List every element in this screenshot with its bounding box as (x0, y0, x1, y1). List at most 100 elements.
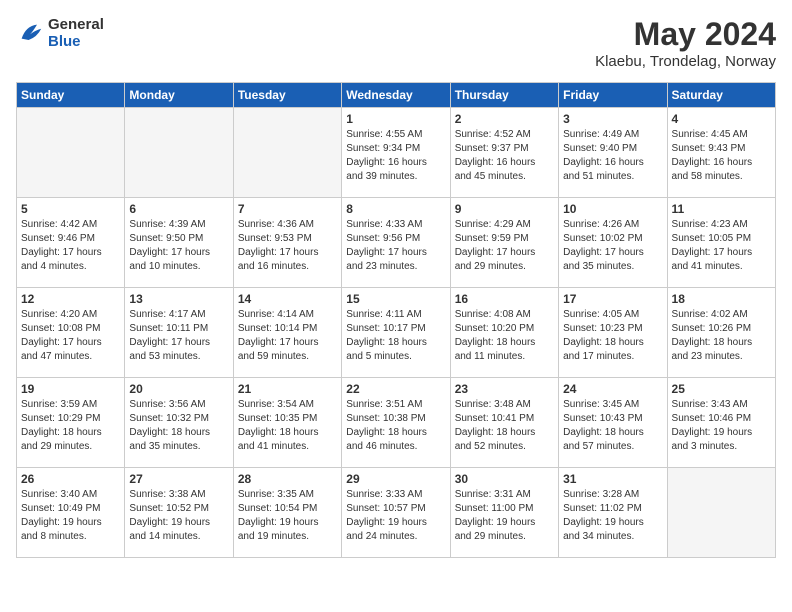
calendar-cell (17, 108, 125, 198)
day-number: 17 (563, 292, 662, 306)
calendar-cell: 28 Sunrise: 3:35 AM Sunset: 10:54 PM Dayl… (233, 468, 341, 558)
calendar-cell: 9 Sunrise: 4:29 AM Sunset: 9:59 PM Daylig… (450, 198, 558, 288)
day-info: Sunrise: 3:33 AM Sunset: 10:57 PM Daylig… (346, 488, 445, 544)
day-number: 21 (238, 382, 337, 396)
calendar-cell: 12 Sunrise: 4:20 AM Sunset: 10:08 PM Dayl… (17, 288, 125, 378)
day-info: Sunrise: 4:26 AM Sunset: 10:02 PM Daylig… (563, 218, 662, 274)
day-number: 5 (21, 202, 120, 216)
day-number: 29 (346, 472, 445, 486)
day-number: 11 (672, 202, 771, 216)
day-info: Sunrise: 4:17 AM Sunset: 10:11 PM Daylig… (129, 308, 228, 364)
calendar-cell: 27 Sunrise: 3:38 AM Sunset: 10:52 PM Dayl… (125, 468, 233, 558)
calendar-cell: 14 Sunrise: 4:14 AM Sunset: 10:14 PM Dayl… (233, 288, 341, 378)
calendar-cell: 24Sunrise: 3:45 AM Sunset: 10:43 PM Dayl… (559, 378, 667, 468)
day-number: 4 (672, 112, 771, 126)
day-number: 20 (129, 382, 228, 396)
day-number: 28 (238, 472, 337, 486)
day-number: 18 (672, 292, 771, 306)
day-number: 10 (563, 202, 662, 216)
day-info: Sunrise: 4:33 AM Sunset: 9:56 PM Dayligh… (346, 218, 445, 274)
day-number: 19 (21, 382, 120, 396)
day-info: Sunrise: 4:02 AM Sunset: 10:26 PM Daylig… (672, 308, 771, 364)
calendar-cell: 3 Sunrise: 4:49 AM Sunset: 9:40 PM Daylig… (559, 108, 667, 198)
header-day-friday: Friday (559, 83, 667, 108)
calendar-cell: 2Sunrise: 4:52 AM Sunset: 9:37 PM Daylig… (450, 108, 558, 198)
day-info: Sunrise: 4:29 AM Sunset: 9:59 PM Dayligh… (455, 218, 554, 274)
day-number: 23 (455, 382, 554, 396)
day-number: 30 (455, 472, 554, 486)
day-number: 3 (563, 112, 662, 126)
day-number: 14 (238, 292, 337, 306)
page-header: General Blue May 2024 Klaebu, Trondelag,… (16, 16, 776, 70)
calendar-cell: 19 Sunrise: 3:59 AM Sunset: 10:29 PM Dayl… (17, 378, 125, 468)
day-info: Sunrise: 3:35 AM Sunset: 10:54 PM Daylig… (238, 488, 337, 544)
day-number: 15 (346, 292, 445, 306)
day-info: Sunrise: 3:54 AM Sunset: 10:35 PM Daylig… (238, 398, 337, 454)
day-info: Sunrise: 3:56 AM Sunset: 10:32 PM Daylig… (129, 398, 228, 454)
calendar-cell: 6Sunrise: 4:39 AM Sunset: 9:50 PM Daylig… (125, 198, 233, 288)
day-info: Sunrise: 4:23 AM Sunset: 10:05 PM Daylig… (672, 218, 771, 274)
day-info: Sunrise: 4:55 AM Sunset: 9:34 PM Dayligh… (346, 128, 445, 184)
day-info: Sunrise: 4:36 AM Sunset: 9:53 PM Dayligh… (238, 218, 337, 274)
day-info: Sunrise: 3:43 AM Sunset: 10:46 PM Daylig… (672, 398, 771, 454)
day-number: 7 (238, 202, 337, 216)
calendar-cell: 20 Sunrise: 3:56 AM Sunset: 10:32 PM Dayl… (125, 378, 233, 468)
day-info: Sunrise: 4:49 AM Sunset: 9:40 PM Dayligh… (563, 128, 662, 184)
day-info: Sunrise: 3:28 AM Sunset: 11:02 PM Daylig… (563, 488, 662, 544)
header-day-wednesday: Wednesday (342, 83, 450, 108)
day-info: Sunrise: 4:42 AM Sunset: 9:46 PM Dayligh… (21, 218, 120, 274)
calendar-cell: 15 Sunrise: 4:11 AM Sunset: 10:17 PM Dayl… (342, 288, 450, 378)
location: Klaebu, Trondelag, Norway (595, 53, 776, 70)
calendar-cell: 16Sunrise: 4:08 AM Sunset: 10:20 PM Dayl… (450, 288, 558, 378)
day-number: 13 (129, 292, 228, 306)
day-info: Sunrise: 3:38 AM Sunset: 10:52 PM Daylig… (129, 488, 228, 544)
calendar-cell: 30Sunrise: 3:31 AM Sunset: 11:00 PM Dayl… (450, 468, 558, 558)
day-info: Sunrise: 3:59 AM Sunset: 10:29 PM Daylig… (21, 398, 120, 454)
day-number: 12 (21, 292, 120, 306)
week-row-5: 26Sunrise: 3:40 AM Sunset: 10:49 PM Dayl… (17, 468, 776, 558)
calendar-cell: 5 Sunrise: 4:42 AM Sunset: 9:46 PM Daylig… (17, 198, 125, 288)
calendar-cell: 4 Sunrise: 4:45 AM Sunset: 9:43 PM Daylig… (667, 108, 775, 198)
day-info: Sunrise: 4:39 AM Sunset: 9:50 PM Dayligh… (129, 218, 228, 274)
day-number: 26 (21, 472, 120, 486)
header-row: SundayMondayTuesdayWednesdayThursdayFrid… (17, 83, 776, 108)
day-info: Sunrise: 4:11 AM Sunset: 10:17 PM Daylig… (346, 308, 445, 364)
header-day-tuesday: Tuesday (233, 83, 341, 108)
calendar-cell: 7 Sunrise: 4:36 AM Sunset: 9:53 PM Daylig… (233, 198, 341, 288)
calendar-cell: 17 Sunrise: 4:05 AM Sunset: 10:23 PM Dayl… (559, 288, 667, 378)
title-block: May 2024 Klaebu, Trondelag, Norway (595, 16, 776, 70)
day-info: Sunrise: 3:51 AM Sunset: 10:38 PM Daylig… (346, 398, 445, 454)
day-number: 16 (455, 292, 554, 306)
month-title: May 2024 (595, 16, 776, 53)
day-number: 8 (346, 202, 445, 216)
logo: General Blue (16, 16, 104, 50)
day-number: 1 (346, 112, 445, 126)
logo-text: General Blue (48, 16, 104, 50)
day-number: 27 (129, 472, 228, 486)
day-number: 22 (346, 382, 445, 396)
calendar-cell: 18 Sunrise: 4:02 AM Sunset: 10:26 PM Dayl… (667, 288, 775, 378)
calendar-cell (233, 108, 341, 198)
calendar-cell: 21 Sunrise: 3:54 AM Sunset: 10:35 PM Dayl… (233, 378, 341, 468)
calendar-cell: 11 Sunrise: 4:23 AM Sunset: 10:05 PM Dayl… (667, 198, 775, 288)
day-number: 25 (672, 382, 771, 396)
calendar-cell: 8 Sunrise: 4:33 AM Sunset: 9:56 PM Daylig… (342, 198, 450, 288)
calendar-cell: 25 Sunrise: 3:43 AM Sunset: 10:46 PM Dayl… (667, 378, 775, 468)
calendar-cell: 13 Sunrise: 4:17 AM Sunset: 10:11 PM Dayl… (125, 288, 233, 378)
day-number: 31 (563, 472, 662, 486)
week-row-3: 12 Sunrise: 4:20 AM Sunset: 10:08 PM Dayl… (17, 288, 776, 378)
calendar-cell: 1 Sunrise: 4:55 AM Sunset: 9:34 PM Daylig… (342, 108, 450, 198)
header-day-thursday: Thursday (450, 83, 558, 108)
day-info: Sunrise: 4:05 AM Sunset: 10:23 PM Daylig… (563, 308, 662, 364)
header-day-sunday: Sunday (17, 83, 125, 108)
day-number: 9 (455, 202, 554, 216)
week-row-2: 5 Sunrise: 4:42 AM Sunset: 9:46 PM Daylig… (17, 198, 776, 288)
day-info: Sunrise: 4:45 AM Sunset: 9:43 PM Dayligh… (672, 128, 771, 184)
day-number: 2 (455, 112, 554, 126)
day-info: Sunrise: 4:14 AM Sunset: 10:14 PM Daylig… (238, 308, 337, 364)
calendar-cell: 23Sunrise: 3:48 AM Sunset: 10:41 PM Dayl… (450, 378, 558, 468)
day-info: Sunrise: 4:20 AM Sunset: 10:08 PM Daylig… (21, 308, 120, 364)
header-day-monday: Monday (125, 83, 233, 108)
day-info: Sunrise: 3:45 AM Sunset: 10:43 PM Daylig… (563, 398, 662, 454)
calendar-cell: 26Sunrise: 3:40 AM Sunset: 10:49 PM Dayl… (17, 468, 125, 558)
